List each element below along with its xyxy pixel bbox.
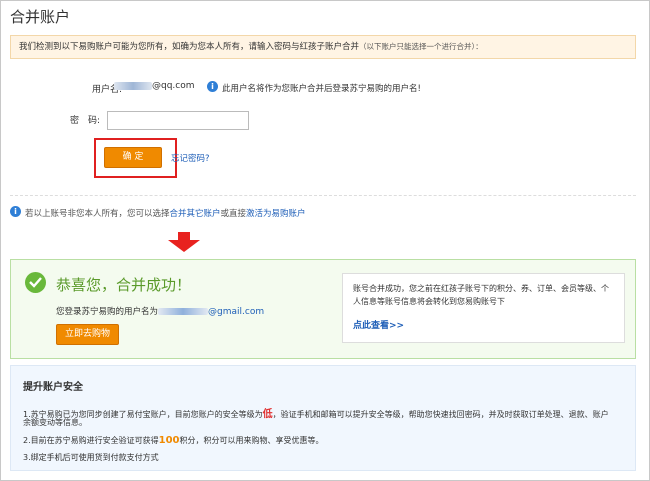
security-title: 提升账户安全 <box>23 382 83 393</box>
success-username-text: 您登录苏宁易购的用户名为 @gmail.com <box>56 305 264 317</box>
success-title: 恭喜您，合并成功！ <box>56 276 192 294</box>
view-details-link[interactable]: 点此查看>> <box>353 320 404 333</box>
info-icon: i <box>10 206 21 217</box>
success-text-prefix: 您登录苏宁易购的用户名为 <box>56 307 159 317</box>
go-shopping-button[interactable]: 立即去购物 <box>56 324 119 345</box>
security-level: 低 <box>262 409 273 420</box>
merge-notice: 我们检测到以下易购账户可能为您所有，如确为您本人所有，请输入密码与红孩子账户合并… <box>10 35 636 59</box>
security-line-2: 2.目前在苏宁易购进行安全验证可获得100积分，积分可以用来购物、享受优惠等。 <box>23 435 324 446</box>
divider <box>10 195 636 196</box>
security-line-1-cont: 余额变动等信息。 <box>23 418 87 427</box>
email-suffix: @gmail.com <box>208 307 265 317</box>
page-title: 合并账户 <box>10 8 71 26</box>
points-value: 100 <box>158 435 180 446</box>
arrow-down-icon <box>167 232 201 255</box>
username-note: 此用户名将作为您账户合并后登录苏宁易购的用户名! <box>222 84 421 94</box>
merge-detail-text: 账号合并成功，您之前在红孩子账号下的积分、券、订单、会员等级、个人信息等账号信息… <box>353 284 609 306</box>
security-line-3: 3.绑定手机后可使用货到付款支付方式 <box>23 453 159 462</box>
security-line-1: 1.苏宁易购已为您同步创建了易付宝账户，目前您账户的安全等级为低，验证手机和邮箱… <box>23 405 609 420</box>
check-icon <box>25 272 46 293</box>
hint-middle: 或直接 <box>220 209 247 219</box>
password-label: 密 码: <box>70 116 101 126</box>
alternative-hint: 若以上账号非您本人所有，您可以选择合并其它账户或直接激活为易购账户 <box>25 207 306 219</box>
info-icon: i <box>207 81 218 92</box>
security-line-1-text-b: ，验证手机和邮箱可以提升安全等级，帮助您快速找回密码，并及时获取订单处理、退款、… <box>272 410 609 419</box>
masked-email <box>158 308 209 315</box>
notice-small-text: （以下账户只能选择一个进行合并）： <box>359 42 483 51</box>
merge-detail-box: 账号合并成功，您之前在红孩子账号下的积分、券、订单、会员等级、个人信息等账号信息… <box>342 273 625 343</box>
security-line-2-text: 2.目前在苏宁易购进行安全验证可获得 <box>23 436 159 445</box>
forgot-password-link[interactable]: 忘记密码? <box>171 152 210 164</box>
security-line-2-text-b: 积分，积分可以用来购物、享受优惠等。 <box>179 436 324 445</box>
username-value: @qq.com <box>114 81 195 91</box>
username-suffix: @qq.com <box>152 81 195 91</box>
activate-account-link[interactable]: 激活为易购账户 <box>246 209 306 219</box>
merge-other-account-link[interactable]: 合并其它账户 <box>170 209 221 219</box>
masked-username <box>114 81 152 90</box>
confirm-button[interactable]: 确 定 <box>104 147 162 168</box>
notice-text: 我们检测到以下易购账户可能为您所有，如确为您本人所有，请输入密码与红孩子账户合并 <box>19 42 360 52</box>
password-input[interactable] <box>107 111 249 130</box>
hint-prefix: 若以上账号非您本人所有，您可以选择 <box>25 209 170 219</box>
